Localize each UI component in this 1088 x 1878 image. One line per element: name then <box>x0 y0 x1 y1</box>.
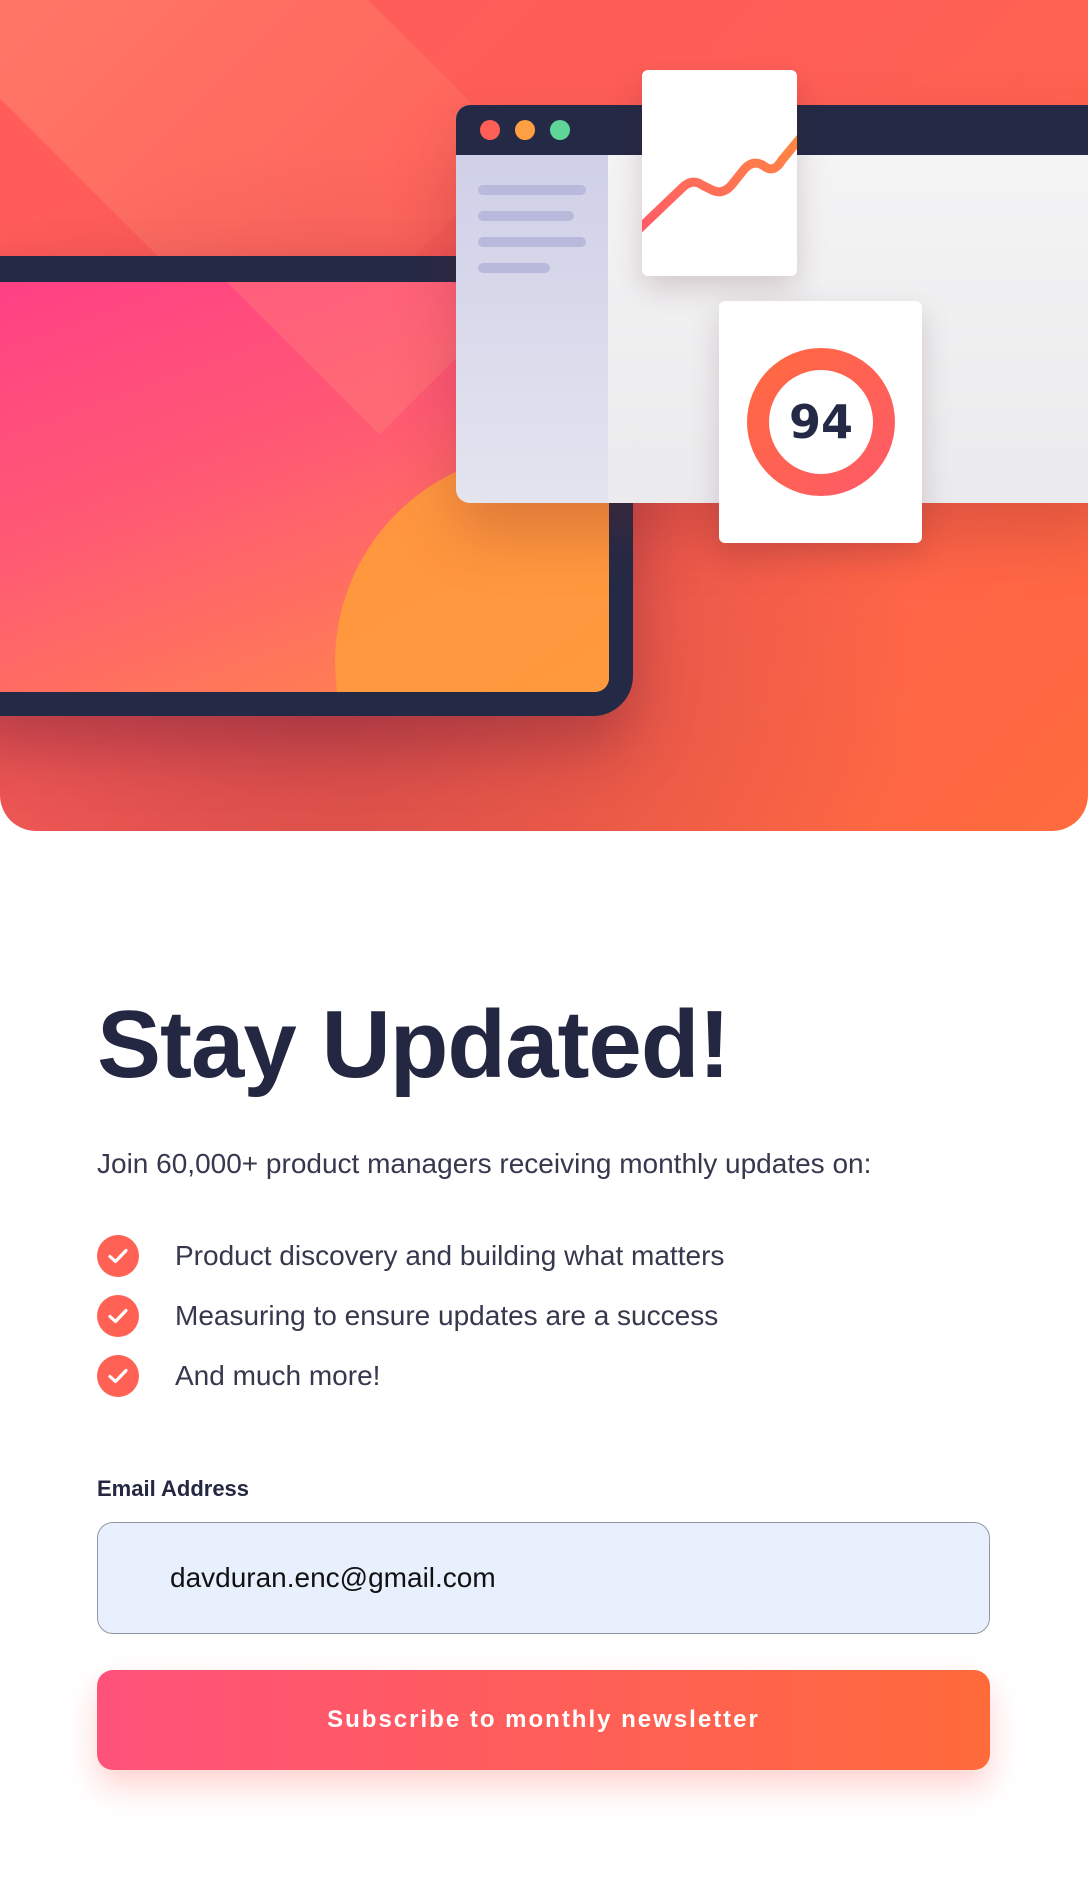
feature-text: Measuring to ensure updates are a succes… <box>175 1300 719 1331</box>
score-value: 94 <box>788 395 853 449</box>
check-icon <box>97 1355 139 1397</box>
window-maximize-dot-icon <box>550 120 570 140</box>
list-item: And much more! <box>97 1346 990 1406</box>
email-field[interactable] <box>97 1522 990 1634</box>
score-card: 94 <box>719 301 922 543</box>
check-icon <box>97 1235 139 1277</box>
sidebar-line <box>478 211 574 221</box>
feature-text: And much more! <box>175 1360 381 1391</box>
sidebar-line <box>478 237 586 247</box>
chart-card <box>642 70 797 276</box>
check-icon <box>97 1295 139 1337</box>
feature-list: Product discovery and building what matt… <box>97 1226 990 1406</box>
browser-sidebar <box>456 155 608 503</box>
window-minimize-dot-icon <box>515 120 535 140</box>
window-close-dot-icon <box>480 120 500 140</box>
trend-line-icon <box>642 134 797 233</box>
page-title: Stay Updated! <box>97 991 730 1098</box>
score-ring: 94 <box>747 348 895 496</box>
list-item: Product discovery and building what matt… <box>97 1226 990 1286</box>
feature-text: Product discovery and building what matt… <box>175 1240 725 1271</box>
list-item: Measuring to ensure updates are a succes… <box>97 1286 990 1346</box>
page-subtitle: Join 60,000+ product managers receiving … <box>97 1148 872 1179</box>
subscribe-button[interactable]: Subscribe to monthly newsletter <box>97 1670 990 1770</box>
sidebar-line <box>478 185 586 195</box>
newsletter-page: 94 Stay Updated! Join 60,000+ product ma… <box>0 0 1088 1878</box>
signup-content: Stay Updated! Join 60,000+ product manag… <box>97 990 990 1770</box>
sidebar-line <box>478 263 550 273</box>
hero-illustration: 94 <box>0 0 1088 831</box>
email-label: Email Address <box>97 1476 250 1501</box>
